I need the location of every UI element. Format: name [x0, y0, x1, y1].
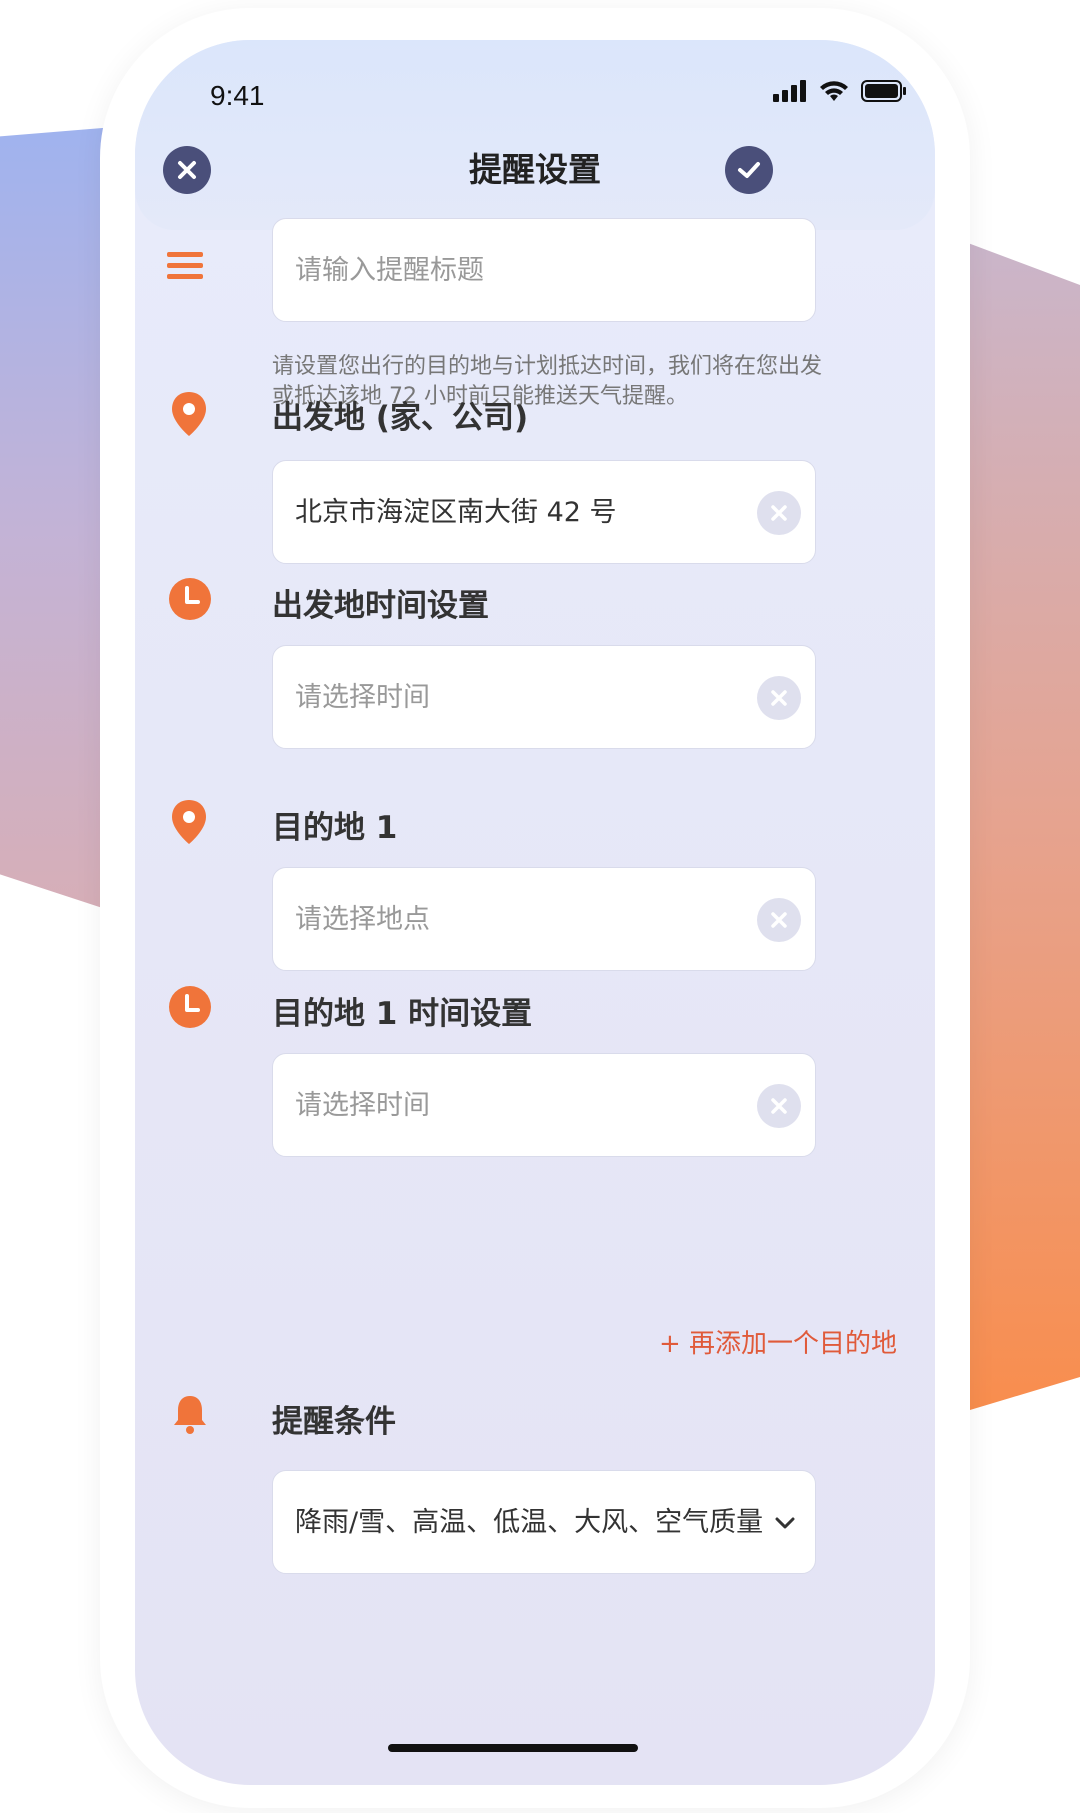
clear-icon — [771, 690, 787, 706]
destination1-time-label: 目的地 1 时间设置 — [272, 996, 533, 1032]
clock-icon — [169, 986, 211, 1028]
destination1-time-placeholder: 请选择时间 — [295, 1090, 430, 1121]
origin-time-label: 出发地时间设置 — [272, 588, 489, 624]
clock-icon — [169, 578, 211, 620]
status-icons — [773, 80, 907, 102]
origin-time-input[interactable]: 请选择时间 — [272, 645, 816, 749]
check-icon — [738, 162, 760, 178]
home-indicator — [388, 1744, 638, 1752]
wifi-icon — [820, 81, 848, 101]
conditions-select[interactable]: 降雨/雪、高温、低温、大风、空气质量 — [272, 1470, 816, 1574]
destination1-time-clear-button[interactable] — [757, 1084, 801, 1128]
top-bar — [135, 40, 935, 230]
origin-label: 出发地 (家、公司) — [272, 400, 529, 436]
bell-icon — [174, 1396, 206, 1434]
reminder-title-input[interactable]: 请输入提醒标题 — [272, 218, 816, 322]
destination1-time-input[interactable]: 请选择时间 — [272, 1053, 816, 1157]
destination1-placeholder: 请选择地点 — [295, 904, 430, 935]
reminder-title-placeholder: 请输入提醒标题 — [295, 255, 484, 286]
phone-screen: 9:41 提醒设置 请输入提醒标题 请设置您出行的目的地与计划抵达时间，我们将在… — [135, 40, 935, 1785]
clear-icon — [771, 912, 787, 928]
signal-icon — [773, 80, 806, 102]
origin-clear-button[interactable] — [757, 491, 801, 535]
destination1-input[interactable]: 请选择地点 — [272, 867, 816, 971]
menu-icon — [167, 252, 203, 279]
origin-value: 北京市海淀区南大街 42 号 — [295, 497, 617, 528]
confirm-button[interactable] — [725, 146, 773, 194]
conditions-value: 降雨/雪、高温、低温、大风、空气质量 — [295, 1507, 764, 1538]
conditions-label: 提醒条件 — [272, 1404, 396, 1440]
location-pin-icon — [172, 392, 206, 436]
destination1-label: 目的地 1 — [272, 810, 398, 846]
clear-icon — [771, 1098, 787, 1114]
origin-time-clear-button[interactable] — [757, 676, 801, 720]
destination1-clear-button[interactable] — [757, 898, 801, 942]
add-destination-link[interactable]: + 再添加一个目的地 — [659, 1323, 897, 1360]
location-pin-icon — [172, 800, 206, 844]
clear-icon — [771, 505, 787, 521]
chevron-down-icon — [775, 1517, 795, 1529]
battery-icon — [861, 80, 906, 102]
origin-input[interactable]: 北京市海淀区南大街 42 号 — [272, 460, 816, 564]
origin-time-placeholder: 请选择时间 — [295, 682, 430, 713]
page-title: 提醒设置 — [469, 150, 601, 189]
status-time: 9:41 — [210, 80, 265, 111]
